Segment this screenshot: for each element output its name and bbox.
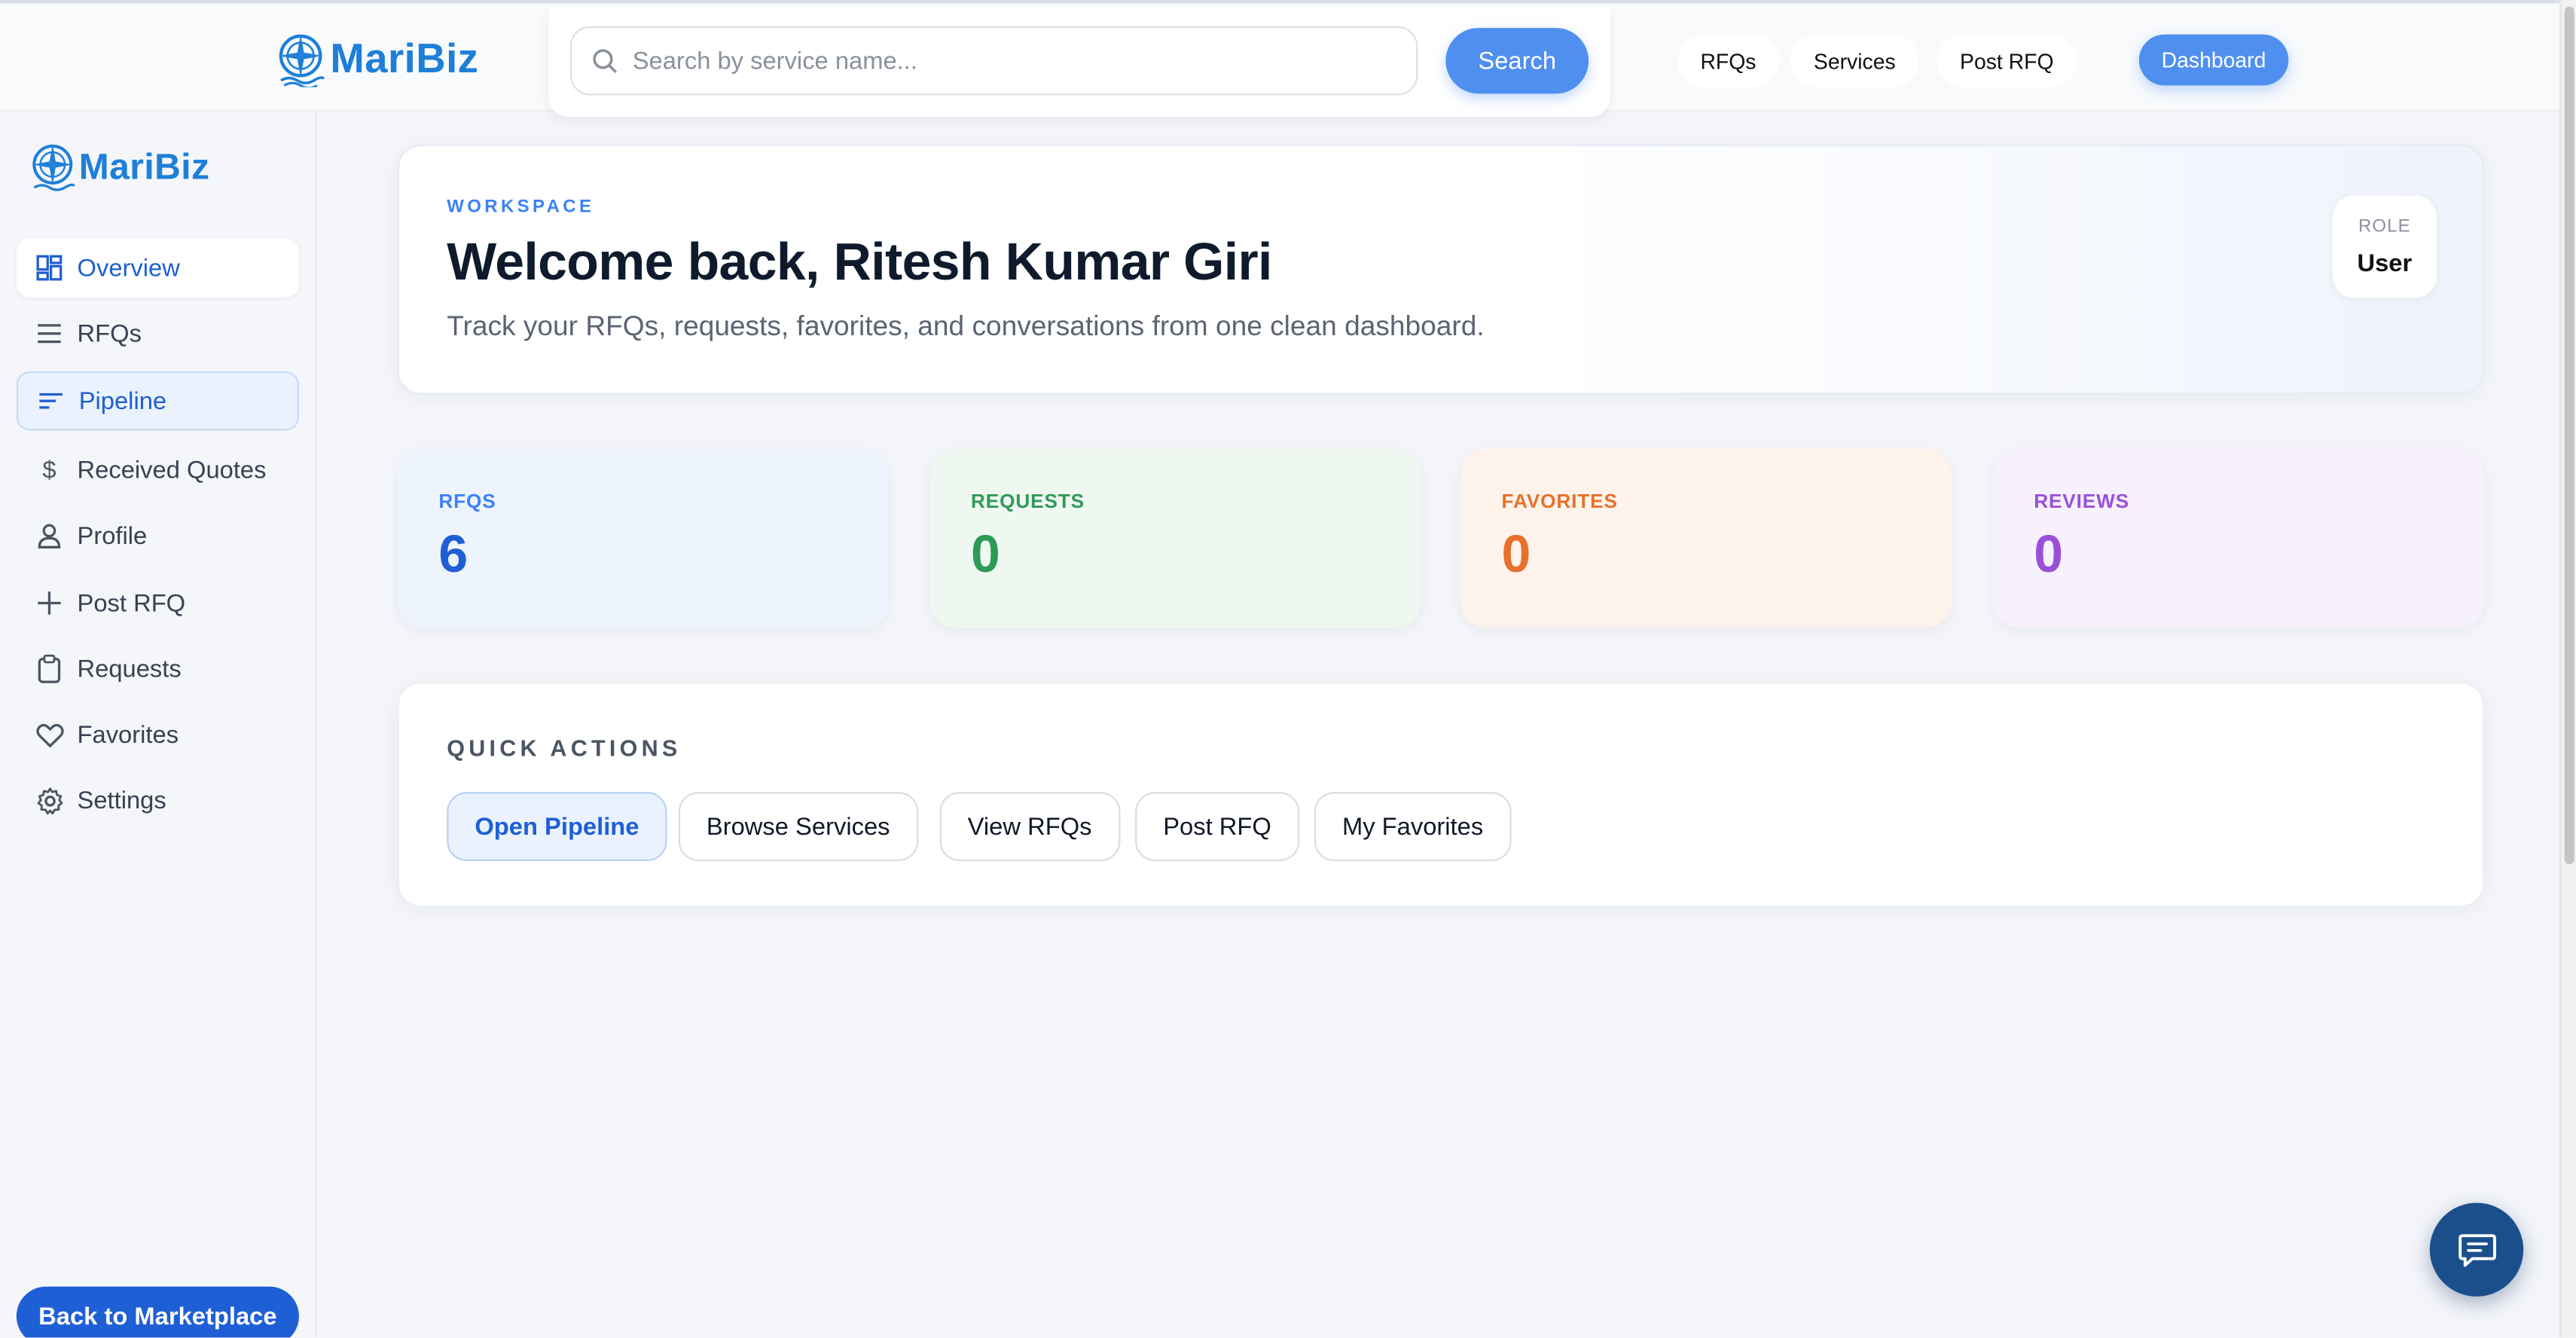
sidebar-item-label: Received Quotes — [77, 456, 267, 484]
nav-post-rfq-link[interactable]: Post RFQ — [1937, 34, 2077, 87]
chat-button[interactable] — [2429, 1202, 2524, 1297]
chat-icon — [2458, 1233, 2495, 1266]
workspace-eyebrow: WORKSPACE — [447, 197, 595, 217]
view-rfqs-button[interactable]: View RFQs — [939, 792, 1120, 861]
grid-icon — [35, 253, 64, 283]
sidebar-item-label: Pipeline — [78, 386, 167, 415]
app-root: MariBiz Search RFQs Services Post RFQ Da… — [0, 0, 2576, 1338]
page-subtitle: Track your RFQs, requests, favorites, an… — [447, 310, 1485, 342]
role-label: ROLE — [2358, 216, 2411, 237]
quick-actions-card: QUICK ACTIONS Open Pipeline Browse Servi… — [397, 682, 2484, 907]
sidebar-item-label: Profile — [77, 521, 148, 550]
nav-services-link[interactable]: Services — [1790, 34, 1919, 87]
stat-card-reviews[interactable]: REVIEWS 0 — [1992, 448, 2484, 628]
sidebar-item-favorites[interactable]: Favorites — [17, 705, 299, 765]
post-rfq-button[interactable]: Post RFQ — [1135, 792, 1299, 861]
compass-logo-icon — [279, 34, 325, 87]
pipeline-icon — [36, 386, 66, 416]
search-field[interactable] — [569, 26, 1418, 96]
compass-logo-icon — [32, 144, 75, 191]
stat-value: 0 — [1501, 524, 1531, 584]
sidebar-item-pipeline[interactable]: Pipeline — [16, 371, 299, 431]
top-navbar: MariBiz Search RFQs Services Post RFQ Da… — [0, 0, 2563, 117]
brand-name: MariBiz — [330, 35, 479, 81]
stat-card-requests[interactable]: REQUESTS 0 — [929, 448, 1421, 628]
clipboard-icon — [35, 654, 64, 683]
sidebar-item-profile[interactable]: Profile — [17, 506, 299, 566]
welcome-card: WORKSPACE Welcome back, Ritesh Kumar Gir… — [397, 144, 2484, 395]
dashboard-button[interactable]: Dashboard — [2138, 34, 2289, 86]
nav-rfqs-link[interactable]: RFQs — [1677, 34, 1780, 87]
heart-icon — [35, 719, 64, 749]
page-title: Welcome back, Ritesh Kumar Giri — [447, 231, 1272, 292]
sidebar-item-label: Requests — [77, 655, 182, 683]
my-favorites-button[interactable]: My Favorites — [1314, 792, 1512, 861]
scrollbar-thumb[interactable] — [2564, 6, 2574, 865]
stat-label: FAVORITES — [1501, 489, 1618, 513]
sidebar-item-label: Settings — [77, 786, 166, 814]
search-panel: Search — [548, 6, 1610, 117]
stat-label: REQUESTS — [971, 489, 1085, 513]
sidebar: MariBiz Overview RFQs Pipeline $ Receive… — [0, 112, 317, 1338]
search-icon — [591, 47, 618, 74]
stat-label: REVIEWS — [2034, 489, 2130, 513]
sidebar-item-label: RFQs — [77, 319, 142, 348]
stat-value: 0 — [971, 524, 1000, 584]
brand-logo[interactable]: MariBiz — [276, 31, 478, 87]
sidebar-item-rfqs[interactable]: RFQs — [17, 304, 299, 364]
sidebar-item-label: Favorites — [77, 720, 179, 749]
sidebar-item-settings[interactable]: Settings — [17, 771, 299, 830]
sidebar-brand-name: MariBiz — [78, 146, 210, 188]
sidebar-brand-logo[interactable]: MariBiz — [29, 142, 209, 194]
quick-actions-heading: QUICK ACTIONS — [447, 734, 682, 761]
stat-value: 6 — [438, 524, 469, 584]
page-scrollbar[interactable] — [2559, 0, 2576, 1338]
sidebar-item-requests[interactable]: Requests — [17, 639, 299, 698]
open-pipeline-button[interactable]: Open Pipeline — [447, 792, 667, 861]
search-input[interactable] — [632, 47, 1356, 75]
sidebar-item-overview[interactable]: Overview — [16, 238, 299, 298]
role-value: User — [2357, 249, 2413, 278]
stat-label: RFQS — [438, 489, 496, 513]
back-to-marketplace-button[interactable]: Back to Marketplace — [16, 1286, 299, 1338]
stat-value: 0 — [2034, 524, 2064, 584]
list-icon — [35, 319, 64, 348]
stat-card-rfqs[interactable]: RFQS 6 — [397, 448, 889, 628]
gear-icon — [35, 786, 64, 815]
user-icon — [35, 521, 64, 550]
plus-icon — [35, 588, 64, 618]
stat-card-favorites[interactable]: FAVORITES 0 — [1460, 448, 1952, 628]
sidebar-item-label: Post RFQ — [77, 588, 186, 618]
role-badge: ROLE User — [2330, 194, 2438, 299]
sidebar-item-post-rfq[interactable]: Post RFQ — [17, 573, 299, 633]
sidebar-item-received-quotes[interactable]: $ Received Quotes — [17, 441, 299, 500]
dollar-icon: $ — [42, 456, 56, 484]
search-button[interactable]: Search — [1445, 28, 1589, 94]
browse-services-button[interactable]: Browse Services — [678, 792, 918, 861]
sidebar-item-label: Overview — [77, 253, 180, 283]
